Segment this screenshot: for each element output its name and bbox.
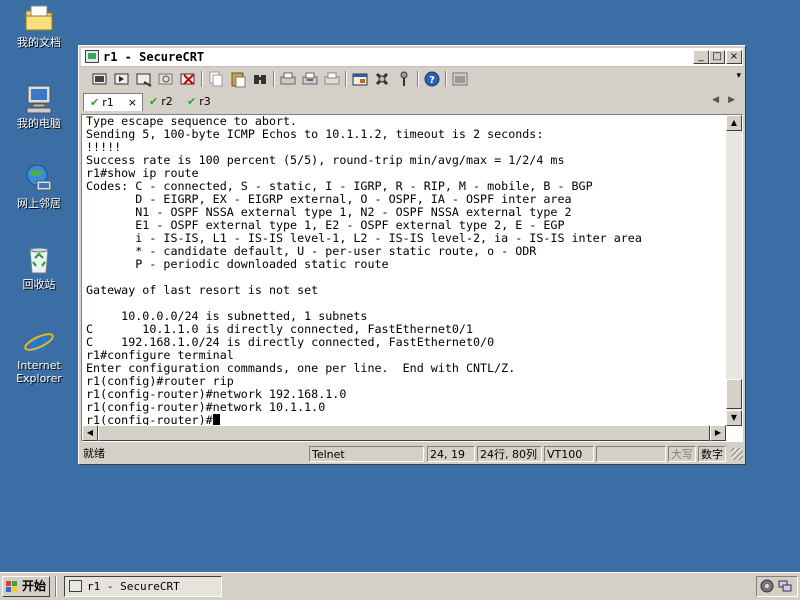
title-bar[interactable]: r1 - SecureCRT _ □ × xyxy=(81,48,743,67)
toolbar: ? ▾ xyxy=(81,68,743,90)
session-options-icon[interactable] xyxy=(351,70,369,88)
my-documents-icon xyxy=(23,2,55,34)
check-icon: ✔ xyxy=(187,95,197,108)
status-caps: 大写 xyxy=(668,446,696,462)
copy-icon[interactable] xyxy=(207,70,225,88)
taskbar: 开始 r1 - SecureCRT xyxy=(0,572,800,600)
sftp-icon[interactable] xyxy=(451,70,469,88)
session-tab-bar: ✔ r1 × ✔ r2 ✔ r3 ◀ ▶ xyxy=(81,92,743,112)
connect-tab-icon[interactable] xyxy=(135,70,153,88)
svg-text:?: ? xyxy=(429,75,435,86)
desktop-icon-label: 回收站 xyxy=(22,278,56,291)
terminal-line: P - periodic downloaded static route xyxy=(86,257,389,271)
recycle-bin-icon xyxy=(23,244,55,276)
find-icon[interactable] xyxy=(251,70,269,88)
window-title: r1 - SecureCRT xyxy=(103,50,205,64)
desktop-icon-my-computer[interactable]: 我的电脑 xyxy=(6,83,72,130)
terminal-line: Gateway of last resort is not set xyxy=(86,283,319,297)
status-blank xyxy=(596,446,666,462)
tab-r3[interactable]: ✔ r3 xyxy=(187,93,223,111)
desktop-icon-network-places[interactable]: 网上邻居 xyxy=(6,163,72,210)
horizontal-scroll-thumb[interactable] xyxy=(98,425,710,441)
scroll-right-icon[interactable]: ▶ xyxy=(710,425,726,441)
maximize-button[interactable]: □ xyxy=(709,50,725,64)
tab-label: r3 xyxy=(199,95,211,108)
tab-label: r2 xyxy=(161,95,173,108)
start-label: 开始 xyxy=(22,579,47,593)
start-button[interactable]: 开始 xyxy=(2,576,50,597)
print-icon[interactable] xyxy=(279,70,297,88)
resize-grip-icon[interactable] xyxy=(731,448,743,460)
check-icon: ✔ xyxy=(90,96,100,109)
status-num: 数字 xyxy=(698,446,726,462)
network-status-icon[interactable] xyxy=(778,579,792,596)
taskbar-item-label: r1 - SecureCRT xyxy=(87,580,180,593)
system-tray xyxy=(756,576,798,597)
windows-flag-icon xyxy=(6,580,18,592)
horizontal-scrollbar[interactable]: ◀ ▶ xyxy=(82,425,726,441)
tab-label: r1 xyxy=(102,96,114,109)
desktop-icon-my-documents[interactable]: 我的文档 xyxy=(6,2,72,49)
securecrt-window: r1 - SecureCRT _ □ × ? ▾ ✔ r1 × ✔ r2 ✔ r… xyxy=(78,45,746,465)
desktop-icon-label: 我的文档 xyxy=(17,36,61,49)
connect-icon[interactable] xyxy=(91,70,109,88)
terminal-line: r1(config-router)# xyxy=(86,414,724,425)
toolbar-chevron-icon[interactable]: ▾ xyxy=(736,72,741,81)
terminal-output[interactable]: Type escape sequence to abort. Sending 5,… xyxy=(86,115,724,425)
global-options-icon[interactable] xyxy=(373,70,391,88)
tab-r2[interactable]: ✔ r2 xyxy=(149,93,185,111)
close-button[interactable]: × xyxy=(726,50,742,64)
help-icon[interactable]: ? xyxy=(423,70,441,88)
status-rows-cols: 24行, 80列 xyxy=(477,446,542,462)
scroll-down-icon[interactable]: ▼ xyxy=(726,410,742,426)
desktop-icon-internet-explorer[interactable]: e Internet Explorer xyxy=(6,325,72,385)
quick-connect-icon[interactable] xyxy=(113,70,131,88)
tab-scroll-right-icon[interactable]: ▶ xyxy=(728,95,735,105)
check-icon: ✔ xyxy=(149,95,159,108)
reconnect-icon[interactable] xyxy=(157,70,175,88)
key-map-icon[interactable] xyxy=(395,70,413,88)
my-computer-icon xyxy=(23,83,55,115)
desktop-icon-label-line1: Internet xyxy=(17,359,61,372)
taskbar-separator xyxy=(55,576,57,597)
desktop-icon-label-line2: Explorer xyxy=(16,372,62,385)
desktop-icon-label: 我的电脑 xyxy=(17,117,61,130)
scroll-left-icon[interactable]: ◀ xyxy=(82,425,98,441)
terminal-frame: Type escape sequence to abort. Sending 5,… xyxy=(81,114,743,442)
terminal-cursor xyxy=(212,414,220,425)
status-cursor-position: 24, 19 xyxy=(427,446,475,462)
desktop-icon-recycle-bin[interactable]: 回收站 xyxy=(6,244,72,291)
disconnect-icon[interactable] xyxy=(179,70,197,88)
tab-r1[interactable]: ✔ r1 × xyxy=(83,93,143,111)
minimize-button[interactable]: _ xyxy=(693,50,709,64)
paste-icon[interactable] xyxy=(229,70,247,88)
securecrt-app-icon xyxy=(85,50,99,63)
tab-scroll-left-icon[interactable]: ◀ xyxy=(712,95,719,105)
tab-close-icon[interactable]: × xyxy=(128,94,137,112)
taskbar-item-securecrt[interactable]: r1 - SecureCRT xyxy=(64,576,222,597)
internet-explorer-icon: e xyxy=(23,325,55,360)
print-selection-icon[interactable] xyxy=(301,70,319,88)
desktop-icon-label: 网上邻居 xyxy=(17,197,61,210)
terminal-line: Sending 5, 100-byte ICMP Echos to 10.1.1… xyxy=(86,127,544,141)
print-setup-icon[interactable] xyxy=(323,70,341,88)
volume-icon[interactable] xyxy=(760,579,774,596)
network-places-icon xyxy=(23,163,55,195)
scroll-up-icon[interactable]: ▲ xyxy=(726,115,742,131)
securecrt-app-icon xyxy=(69,580,82,592)
vertical-scrollbar[interactable]: ▲ ▼ xyxy=(726,115,742,426)
status-bar: 就绪 Telnet 24, 19 24行, 80列 VT100 大写 数字 xyxy=(81,446,743,462)
status-protocol: Telnet xyxy=(309,446,424,462)
status-ready: 就绪 xyxy=(83,447,105,460)
vertical-scroll-thumb[interactable] xyxy=(726,379,742,409)
status-emulation: VT100 xyxy=(544,446,594,462)
